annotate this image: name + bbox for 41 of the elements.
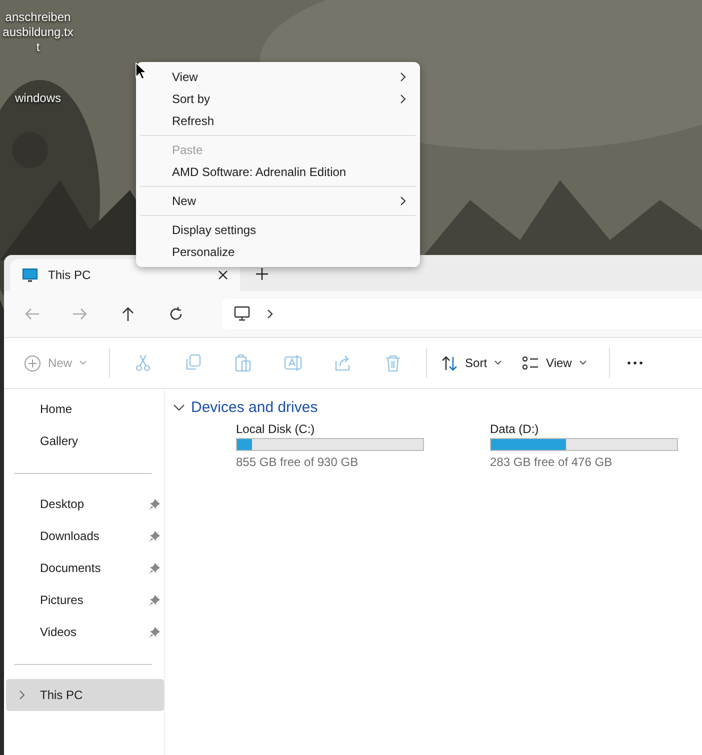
chevron-down-icon [578,360,587,366]
desktop-icon-label[interactable]: anschreiben ausbildung.tx t [0,10,76,55]
pin-icon[interactable] [149,498,160,510]
menu-item[interactable]: Sort by [136,88,420,110]
pin-icon[interactable] [149,594,160,606]
view-button[interactable]: View [516,350,593,376]
chevron-down-icon [79,360,88,366]
pin-icon[interactable] [149,626,160,638]
drive-name[interactable]: Local Disk (C:) [236,422,424,436]
chevron-down-icon [173,404,185,412]
group-header[interactable]: Devices and drives [173,399,702,416]
sidebar-item[interactable]: Desktop [4,488,164,520]
chevron-right-icon[interactable] [266,309,274,319]
monitor-icon [22,268,38,282]
plus-circle-icon [24,354,41,372]
up-icon[interactable] [120,306,136,322]
menu-item[interactable]: AMD Software: Adrenalin Edition [136,161,420,183]
sidebar-item[interactable]: Downloads [4,520,164,552]
desktop-icon-label[interactable]: windows [0,91,76,106]
drive-name[interactable]: Data (D:) [490,422,678,436]
close-icon[interactable] [218,270,228,280]
plus-icon[interactable] [256,268,268,280]
sidebar-item[interactable]: Pictures [4,584,164,616]
list-icon [522,354,540,372]
refresh-icon[interactable] [168,306,184,322]
free-space-text: 855 GB free of 930 GB [236,455,360,469]
menu-item[interactable]: New [136,190,420,212]
menu-item[interactable]: Display settings [136,219,420,241]
sidebar-item[interactable]: Home [4,393,164,425]
pin-icon[interactable] [149,530,160,542]
sidebar-item[interactable]: Documents [4,552,164,584]
sort-button[interactable]: Sort [435,350,508,376]
free-space-text: 283 GB free of 476 GB [490,455,614,469]
menu-item[interactable]: Refresh [136,110,420,132]
monitor-icon [234,306,250,322]
sidebar-item[interactable]: Gallery [4,425,164,457]
sidebar-item[interactable]: Videos [4,616,164,648]
chevron-down-icon [494,360,502,366]
sidebar-item[interactable]: This PC [6,679,164,711]
pin-icon[interactable] [149,562,160,574]
sort-arrows-icon [441,354,458,372]
